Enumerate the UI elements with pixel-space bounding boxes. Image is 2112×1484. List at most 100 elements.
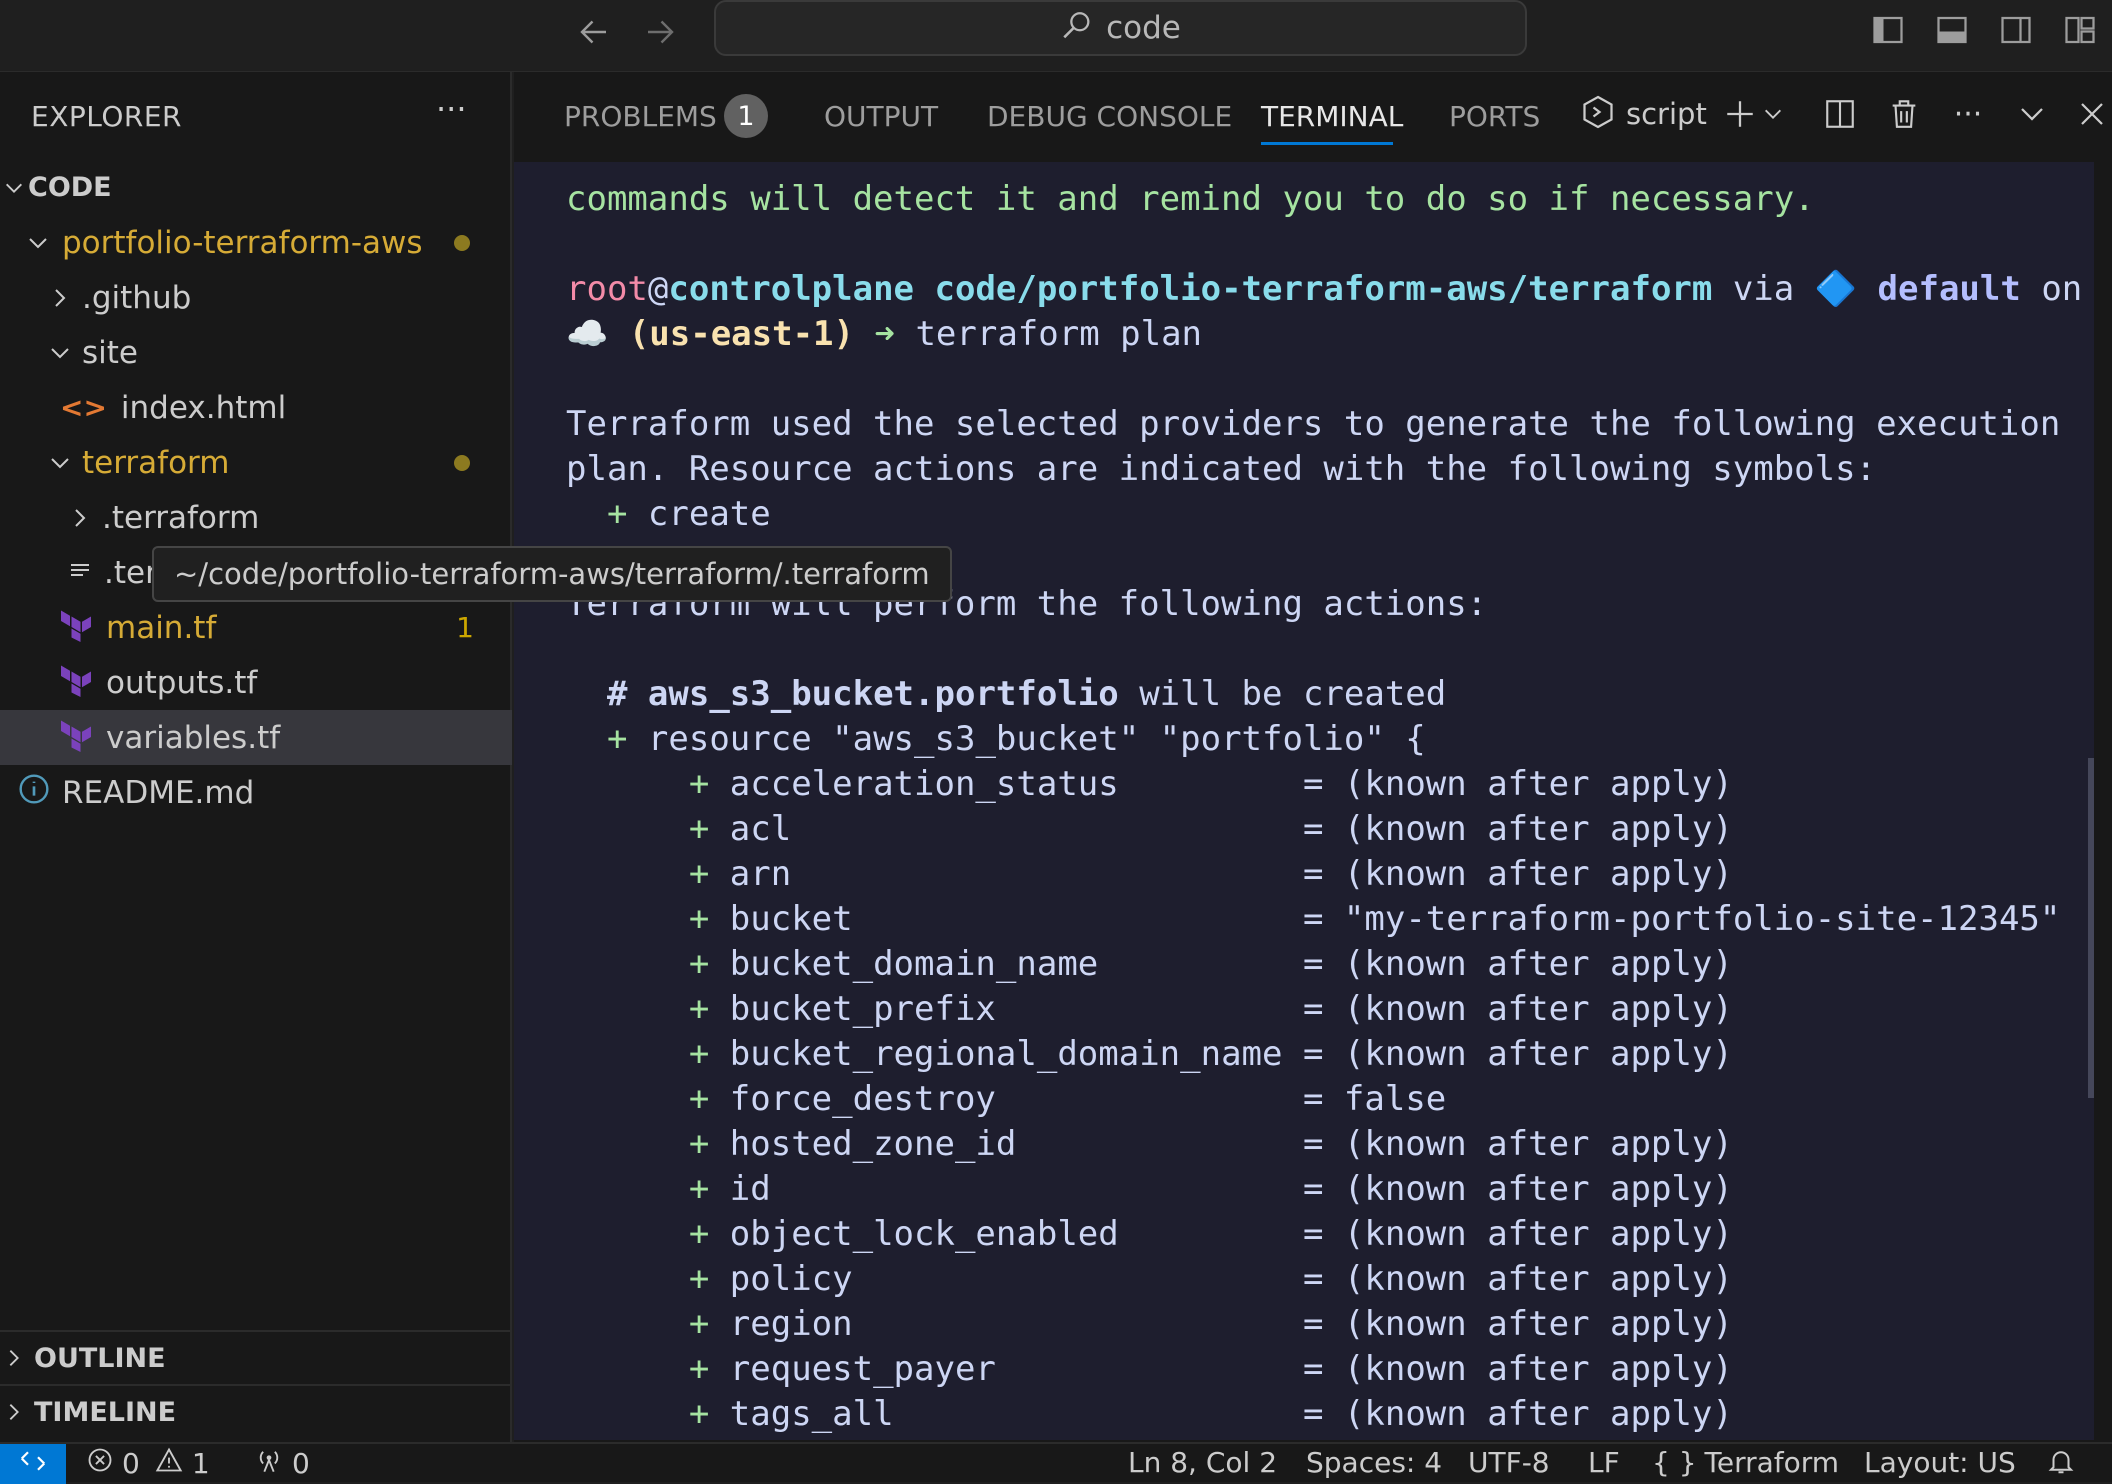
attribute-value: (known after apply) bbox=[1343, 1349, 1733, 1389]
chevron-down-icon[interactable] bbox=[2010, 92, 2054, 136]
attribute-name: acl bbox=[729, 809, 792, 849]
tree-file-index-html[interactable]: <> index.html bbox=[0, 380, 512, 435]
tree-label: .ter bbox=[104, 554, 158, 591]
cursor-position[interactable]: Ln 8, Col 2 bbox=[1128, 1446, 1277, 1479]
attribute-value: (known after apply) bbox=[1343, 764, 1733, 804]
tree-folder-github[interactable]: .github bbox=[0, 270, 512, 325]
lines-file-icon bbox=[68, 555, 92, 591]
attribute-name: bucket_regional_domain_name bbox=[729, 1034, 1283, 1074]
back-arrow-icon[interactable] bbox=[572, 10, 616, 54]
attribute-name: object_lock_enabled bbox=[729, 1214, 1119, 1254]
attribute-row: + bucket_regional_domain_name = (known a… bbox=[688, 1034, 1733, 1074]
attribute-value: "my-terraform-portfolio-site-12345" bbox=[1343, 899, 2061, 939]
close-icon[interactable] bbox=[2074, 92, 2110, 136]
customize-layout-icon[interactable] bbox=[2058, 8, 2102, 52]
timeline-label: TIMELINE bbox=[34, 1396, 177, 1428]
tree-file-readme[interactable]: README.md bbox=[0, 765, 512, 820]
resource-comment-rest: will be created bbox=[1118, 674, 1447, 714]
broadcast-icon bbox=[254, 1446, 284, 1481]
attribute-row: + object_lock_enabled = (known after app… bbox=[688, 1214, 1733, 1254]
remote-icon bbox=[18, 1446, 48, 1483]
more-actions-icon[interactable]: ··· bbox=[1946, 92, 1990, 136]
more-actions-icon[interactable]: ··· bbox=[436, 90, 467, 128]
tree-folder-portfolio-terraform-aws[interactable]: portfolio-terraform-aws bbox=[0, 215, 512, 270]
bell-icon[interactable] bbox=[2046, 1446, 2076, 1476]
terminal-scrollbar[interactable] bbox=[2088, 758, 2094, 1098]
indentation[interactable]: Spaces: 4 bbox=[1306, 1446, 1442, 1479]
tab-problems[interactable]: PROBLEMS bbox=[564, 100, 717, 133]
problems-status[interactable]: 0 1 bbox=[86, 1446, 210, 1481]
attribute-value: (known after apply) bbox=[1343, 1034, 1733, 1074]
attribute-value: (known after apply) bbox=[1343, 989, 1733, 1029]
terminal-viewport[interactable]: commands will detect it and remind you t… bbox=[514, 162, 2094, 1440]
attribute-name: region bbox=[729, 1304, 853, 1344]
title-bar: code bbox=[0, 0, 2112, 72]
attribute-row: + hosted_zone_id = (known after apply) bbox=[688, 1124, 1733, 1164]
tab-ports[interactable]: PORTS bbox=[1449, 100, 1540, 133]
plus-symbol: + bbox=[688, 1214, 710, 1254]
chevron-down-icon[interactable] bbox=[1758, 92, 1788, 136]
prompt-profile: default bbox=[1877, 269, 2021, 309]
command-center-search[interactable]: code bbox=[714, 0, 1527, 56]
tab-output[interactable]: OUTPUT bbox=[824, 100, 938, 133]
tree-folder-dot-terraform[interactable]: .terraform bbox=[0, 490, 512, 545]
encoding[interactable]: UTF-8 bbox=[1468, 1446, 1550, 1479]
terminal-line: + create bbox=[566, 492, 771, 537]
terminal-instance[interactable]: script bbox=[1580, 94, 1707, 134]
plus-symbol: + bbox=[688, 1124, 710, 1164]
remote-indicator[interactable] bbox=[0, 1444, 66, 1484]
tree-folder-terraform[interactable]: terraform bbox=[0, 435, 512, 490]
end-of-line[interactable]: LF bbox=[1588, 1446, 1620, 1479]
comment-hash: # bbox=[606, 674, 628, 714]
tree-file-variables-tf[interactable]: variables.tf bbox=[0, 710, 512, 765]
chevron-down-icon bbox=[0, 174, 28, 202]
outline-label: OUTLINE bbox=[34, 1342, 166, 1374]
tab-debug-console[interactable]: DEBUG CONSOLE bbox=[987, 100, 1232, 133]
plus-symbol: + bbox=[688, 944, 710, 984]
language-mode[interactable]: { } Terraform bbox=[1652, 1446, 1839, 1479]
trash-icon[interactable] bbox=[1882, 92, 1926, 136]
attribute-name: tags_all bbox=[729, 1394, 894, 1434]
modified-dot bbox=[454, 234, 470, 251]
attribute-value: (known after apply) bbox=[1343, 1124, 1733, 1164]
toggle-primary-sidebar-icon[interactable] bbox=[1866, 8, 1910, 52]
command-center-text: code bbox=[1106, 10, 1181, 46]
explorer-sidebar: EXPLORER ··· CODE portfolio-terraform-aw… bbox=[0, 72, 512, 1442]
attribute-row: + bucket_prefix = (known after apply) bbox=[688, 989, 1733, 1029]
tree-label: index.html bbox=[120, 389, 287, 426]
search-icon bbox=[1060, 9, 1094, 47]
chevron-right-icon bbox=[0, 1398, 28, 1426]
terminal-line: commands will detect it and remind you t… bbox=[566, 179, 1815, 219]
prompt-via: via bbox=[1712, 269, 1815, 309]
tree-folder-site[interactable]: site bbox=[0, 325, 512, 380]
workspace-root-code[interactable]: CODE bbox=[0, 160, 512, 215]
chevron-right-icon bbox=[46, 284, 74, 312]
resource-comment: # aws_s3_bucket.portfolio will be create… bbox=[566, 672, 1446, 717]
terminal-shell-icon bbox=[1580, 94, 1616, 134]
chevron-right-icon bbox=[66, 504, 94, 532]
create-label: create bbox=[647, 494, 771, 534]
path-tooltip: ~/code/portfolio-terraform-aws/terraform… bbox=[152, 546, 952, 602]
attribute-value: false bbox=[1343, 1079, 1447, 1119]
split-terminal-icon[interactable] bbox=[1818, 92, 1862, 136]
attribute-name: bucket bbox=[729, 899, 853, 939]
tree-file-outputs-tf[interactable]: outputs.tf bbox=[0, 655, 512, 710]
attribute-row: + arn = (known after apply) bbox=[688, 854, 1733, 894]
toggle-secondary-sidebar-icon[interactable] bbox=[1994, 8, 2038, 52]
tab-terminal[interactable]: TERMINAL bbox=[1261, 100, 1403, 133]
forward-arrow-icon[interactable] bbox=[638, 10, 682, 54]
toggle-panel-icon[interactable] bbox=[1930, 8, 1974, 52]
outline-section[interactable]: OUTLINE bbox=[0, 1330, 512, 1384]
tree-label: .github bbox=[82, 279, 192, 316]
tree-file-main-tf[interactable]: main.tf 1 bbox=[0, 600, 512, 655]
plus-symbol: + bbox=[688, 764, 710, 804]
panel-tab-bar: PROBLEMS 1 OUTPUT DEBUG CONSOLE TERMINAL… bbox=[514, 72, 2112, 162]
warning-icon bbox=[154, 1446, 184, 1481]
workspace-root-label: CODE bbox=[28, 172, 112, 203]
new-terminal-plus-icon[interactable] bbox=[1718, 92, 1762, 136]
ports-status[interactable]: 0 bbox=[254, 1446, 310, 1481]
chevron-down-icon bbox=[46, 339, 74, 367]
timeline-section[interactable]: TIMELINE bbox=[0, 1384, 512, 1438]
keyboard-layout[interactable]: Layout: US bbox=[1864, 1446, 2016, 1479]
